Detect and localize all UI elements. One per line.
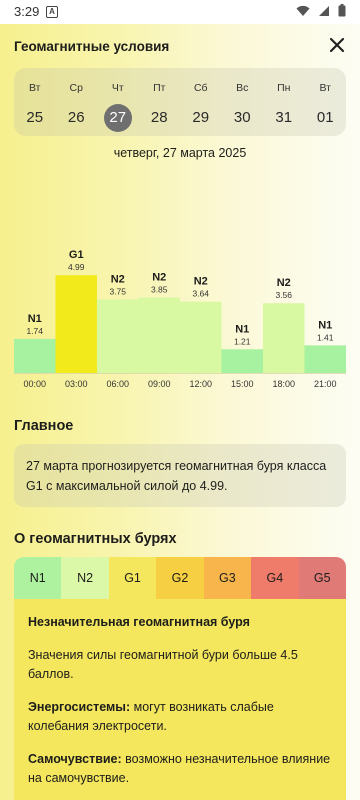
about-section-title: О геомагнитных бурях xyxy=(14,531,177,547)
day-number: 31 xyxy=(275,109,293,126)
chart-bar xyxy=(304,345,346,373)
bar-level-label: N2 xyxy=(152,272,166,284)
status-icons xyxy=(296,4,346,17)
energy-label: Энергосистемы: xyxy=(28,700,131,714)
health-info: Самочувствие: возможно незначительное вл… xyxy=(28,750,332,788)
chart-bar xyxy=(14,338,56,373)
bar-level-label: N1 xyxy=(235,323,249,335)
chart-bar xyxy=(263,303,305,373)
day-item[interactable]: Ср 26 xyxy=(56,68,98,136)
bar-value-label: 3.64 xyxy=(192,289,209,299)
day-of-week: Чт xyxy=(111,82,124,94)
bar-level-label: G1 xyxy=(69,249,84,261)
status-time: 3:29 xyxy=(14,4,40,19)
chart-bar xyxy=(180,301,222,373)
x-tick-label: 15:00 xyxy=(231,379,254,389)
day-item[interactable]: Вт 01 xyxy=(305,68,347,136)
day-of-week: Вт xyxy=(29,82,41,94)
day-number: 28 xyxy=(150,109,168,126)
bar-value-label: 1.21 xyxy=(234,336,251,346)
day-item[interactable]: Вс 30 xyxy=(222,68,264,136)
day-of-week: Вт xyxy=(319,82,331,94)
day-of-week: Ср xyxy=(69,82,83,94)
bar-level-label: N1 xyxy=(318,319,332,331)
storm-info-card: Незначительная геомагнитная буря Значени… xyxy=(14,599,346,800)
day-of-week: Сб xyxy=(193,82,208,94)
notification-icon: A xyxy=(46,6,58,18)
tab-n2[interactable]: N2 xyxy=(61,557,109,599)
close-icon[interactable] xyxy=(328,36,346,54)
bar-value-label: 1.41 xyxy=(317,332,334,342)
x-tick-label: 18:00 xyxy=(272,379,295,389)
storm-info-heading: Незначительная геомагнитная буря xyxy=(28,615,250,629)
tab-g2[interactable]: G2 xyxy=(156,557,204,599)
status-bar: 3:29 A xyxy=(0,0,360,24)
tab-g4[interactable]: G4 xyxy=(251,557,299,599)
chart-bar xyxy=(138,297,180,373)
day-number: 01 xyxy=(316,109,334,126)
tab-g1[interactable]: G1 xyxy=(108,557,157,599)
battery-icon xyxy=(338,4,346,17)
chart-bar xyxy=(221,349,263,373)
bar-level-label: N1 xyxy=(28,313,42,325)
day-item[interactable]: Сб 29 xyxy=(180,68,222,136)
tab-g3[interactable]: G3 xyxy=(203,557,252,599)
day-of-week: Пн xyxy=(277,82,291,94)
day-number: 25 xyxy=(26,109,44,126)
selected-date-label: четверг, 27 марта 2025 xyxy=(113,146,247,160)
wifi-icon xyxy=(296,5,310,16)
main-section-title: Главное xyxy=(14,418,74,434)
day-of-week: Вс xyxy=(236,82,249,94)
bar-level-label: N2 xyxy=(277,277,291,289)
x-tick-label: 09:00 xyxy=(148,379,171,389)
bar-value-label: 3.75 xyxy=(109,287,126,297)
day-number: 27 xyxy=(103,104,132,132)
tab-n1[interactable]: N1 xyxy=(14,557,62,599)
x-tick-label: 03:00 xyxy=(65,379,88,389)
day-of-week: Пт xyxy=(153,82,166,94)
tab-g5[interactable]: G5 xyxy=(298,557,346,599)
bar-level-label: N2 xyxy=(111,274,125,286)
chart-bar xyxy=(97,299,139,373)
day-picker: Вт 25 Ср 26 Чт 27 Пт 28 Сб 29 Вс 30 Пн 31 Вт 01 xyxy=(14,68,346,136)
x-tick-label: 00:00 xyxy=(23,379,46,389)
energy-info: Энергосистемы: могут возникать слабые ко… xyxy=(28,698,332,736)
bar-value-label: 1.74 xyxy=(26,326,43,336)
summary-card: 27 марта прогнозируется геомагнитная бур… xyxy=(14,444,346,507)
day-number: 29 xyxy=(192,109,210,126)
bar-value-label: 3.85 xyxy=(151,285,168,295)
signal-icon xyxy=(319,5,329,16)
storm-info-text: Значения силы геомагнитной бури больше 4… xyxy=(28,648,298,681)
day-item[interactable]: Пт 28 xyxy=(139,68,181,136)
day-item[interactable]: Вт 25 xyxy=(14,68,56,136)
day-item[interactable]: Чт 27 xyxy=(97,68,139,136)
kp-index-chart: N11.7400:00G14.9903:00N23.7506:00N23.850… xyxy=(14,249,346,389)
day-item[interactable]: Пн 31 xyxy=(263,68,305,136)
bar-value-label: 3.56 xyxy=(275,290,292,300)
x-tick-label: 21:00 xyxy=(314,379,337,389)
health-label: Самочувствие: xyxy=(28,752,122,766)
bar-value-label: 4.99 xyxy=(68,262,85,272)
bar-level-label: N2 xyxy=(194,276,208,288)
page-title: Геомагнитные условия xyxy=(14,39,170,54)
day-number: 30 xyxy=(233,109,251,126)
storm-level-tabs: N1 N2 G1 G2 G3 G4 G5 xyxy=(14,557,346,599)
chart-bar xyxy=(55,275,97,373)
x-tick-label: 12:00 xyxy=(189,379,212,389)
x-tick-label: 06:00 xyxy=(106,379,129,389)
day-number: 26 xyxy=(67,109,85,126)
